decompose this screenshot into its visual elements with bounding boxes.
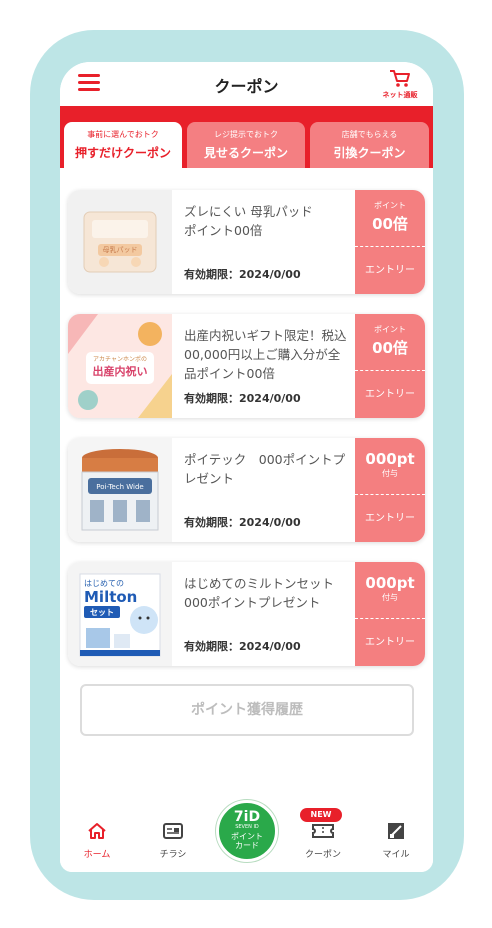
entry-button[interactable]: エントリー	[355, 619, 425, 648]
milton-brand: Milton	[84, 588, 137, 606]
milton-subtitle: はじめての	[84, 579, 124, 588]
point-card-label: ポイント	[231, 832, 263, 841]
coupon-expiry: 有効期限：2024/0/00	[184, 392, 301, 405]
seven-id-brand: SEVEN ID	[235, 824, 259, 830]
entry-button[interactable]: エントリー	[355, 371, 425, 400]
coupon-expiry: 有効期限：2024/0/00	[184, 268, 301, 281]
coupon-expiry: 有効期限：2024/0/00	[184, 516, 301, 529]
reward-caption: ポイント	[374, 325, 406, 334]
reward-caption: 付与	[382, 469, 398, 478]
banner-subtitle: アカチャンホンポの	[93, 355, 147, 363]
poi-tech-bin-image: Poi-Tech Wide	[68, 438, 172, 542]
nav-label: ホーム	[83, 850, 111, 860]
svg-text:母乳パッド: 母乳パッド	[103, 245, 138, 254]
cart-icon	[390, 70, 410, 87]
point-history-button[interactable]: ポイント獲得履歴	[80, 684, 414, 736]
flyer-icon	[163, 823, 183, 839]
mile-icon	[388, 823, 404, 839]
app-screen: クーポン ネット通販 事前に選んでおトク 押すだけクーポン レジ提示でおトク 見…	[60, 62, 433, 872]
reward-caption: 付与	[382, 593, 398, 602]
nav-label: クーポン	[304, 850, 341, 860]
tab-sub-label: 店舗でもらえる	[341, 130, 398, 139]
banner-title: 出産内祝い	[93, 364, 148, 378]
coupon-title: ポイテック 000ポイントプレゼント	[184, 452, 346, 486]
coupon-reward-panel: 000pt 付与 エントリー	[355, 438, 425, 542]
coupon-reward-panel: 000pt 付与 エントリー	[355, 562, 425, 666]
coupon-card[interactable]: アカチャンホンポの 出産内祝い 出産内祝いギフト限定！税込00,000円以上ご購…	[68, 314, 425, 418]
coupon-tabs: 事前に選んでおトク 押すだけクーポン レジ提示でおトク 見せるクーポン 店舗でも…	[60, 106, 433, 168]
coupon-new-badge: NEW	[300, 808, 342, 822]
nav-flyer[interactable]: チラシ	[148, 822, 198, 860]
coupon-reward-panel: ポイント 00倍 エントリー	[355, 190, 425, 294]
top-bar: クーポン ネット通販	[60, 62, 433, 106]
tab-sub-label: レジ提示でおトク	[214, 130, 278, 139]
entry-button[interactable]: エントリー	[355, 247, 425, 276]
coupon-title: ズレにくい 母乳パッド ポイント00倍	[184, 204, 313, 238]
nav-coupon[interactable]: クーポン	[298, 822, 348, 860]
point-card-label: カード	[235, 841, 259, 850]
nav-label: チラシ	[159, 850, 187, 860]
seven-id-logo: 7iD	[233, 809, 261, 825]
tab-show-coupon[interactable]: レジ提示でおトク 見せるクーポン	[187, 122, 305, 168]
reward-caption: ポイント	[374, 201, 406, 210]
reward-value: 00倍	[372, 339, 408, 357]
reward-value: 000pt	[365, 574, 415, 592]
nav-home[interactable]: ホーム	[72, 822, 122, 860]
breast-pad-package-image: 母乳パッド	[68, 190, 172, 294]
coupon-card[interactable]: はじめての Milton セット はじめてのミルトンセット 000ポイントプレゼ…	[68, 562, 425, 666]
coupon-title: はじめてのミルトンセット 000ポイントプレゼント	[184, 576, 335, 610]
tab-push-coupon[interactable]: 事前に選んでおトク 押すだけクーポン	[64, 122, 182, 168]
cart-label: ネット通販	[382, 91, 418, 99]
coupon-title: 出産内祝いギフト限定！税込00,000円以上ご購入分が全品ポイント00倍	[184, 328, 347, 381]
reward-value: 00倍	[372, 215, 408, 233]
product-label: Poi-Tech Wide	[96, 483, 143, 491]
tab-exchange-coupon[interactable]: 店舗でもらえる 引換クーポン	[310, 122, 429, 168]
tab-label: 見せるクーポン	[203, 146, 288, 160]
nav-label: マイル	[382, 850, 410, 860]
net-shop-button[interactable]: ネット通販	[379, 68, 421, 100]
tab-sub-label: 事前に選んでおトク	[87, 130, 159, 139]
reward-value: 000pt	[365, 450, 415, 468]
nav-mile[interactable]: マイル	[371, 822, 421, 860]
tab-label: 引換クーポン	[333, 146, 406, 160]
tab-label: 押すだけクーポン	[74, 146, 171, 160]
home-icon	[88, 823, 106, 839]
birth-gift-banner-image: アカチャンホンポの 出産内祝い	[68, 314, 172, 418]
coupon-card[interactable]: 母乳パッド ズレにくい 母乳パッド ポイント00倍 有効期限：2024/0/00…	[68, 190, 425, 294]
milton-set-label: セット	[90, 608, 114, 617]
page-title: クーポン	[214, 77, 279, 96]
coupon-reward-panel: ポイント 00倍 エントリー	[355, 314, 425, 418]
entry-button[interactable]: エントリー	[355, 495, 425, 524]
milton-set-image: はじめての Milton セット	[68, 562, 172, 666]
coupon-expiry: 有効期限：2024/0/00	[184, 640, 301, 653]
coupon-icon	[312, 824, 334, 838]
coupon-card[interactable]: Poi-Tech Wide ポイテック 000ポイントプレゼント 有効期限：20…	[68, 438, 425, 542]
point-card-button[interactable]: 7iD SEVEN ID ポイント カード	[216, 800, 278, 862]
